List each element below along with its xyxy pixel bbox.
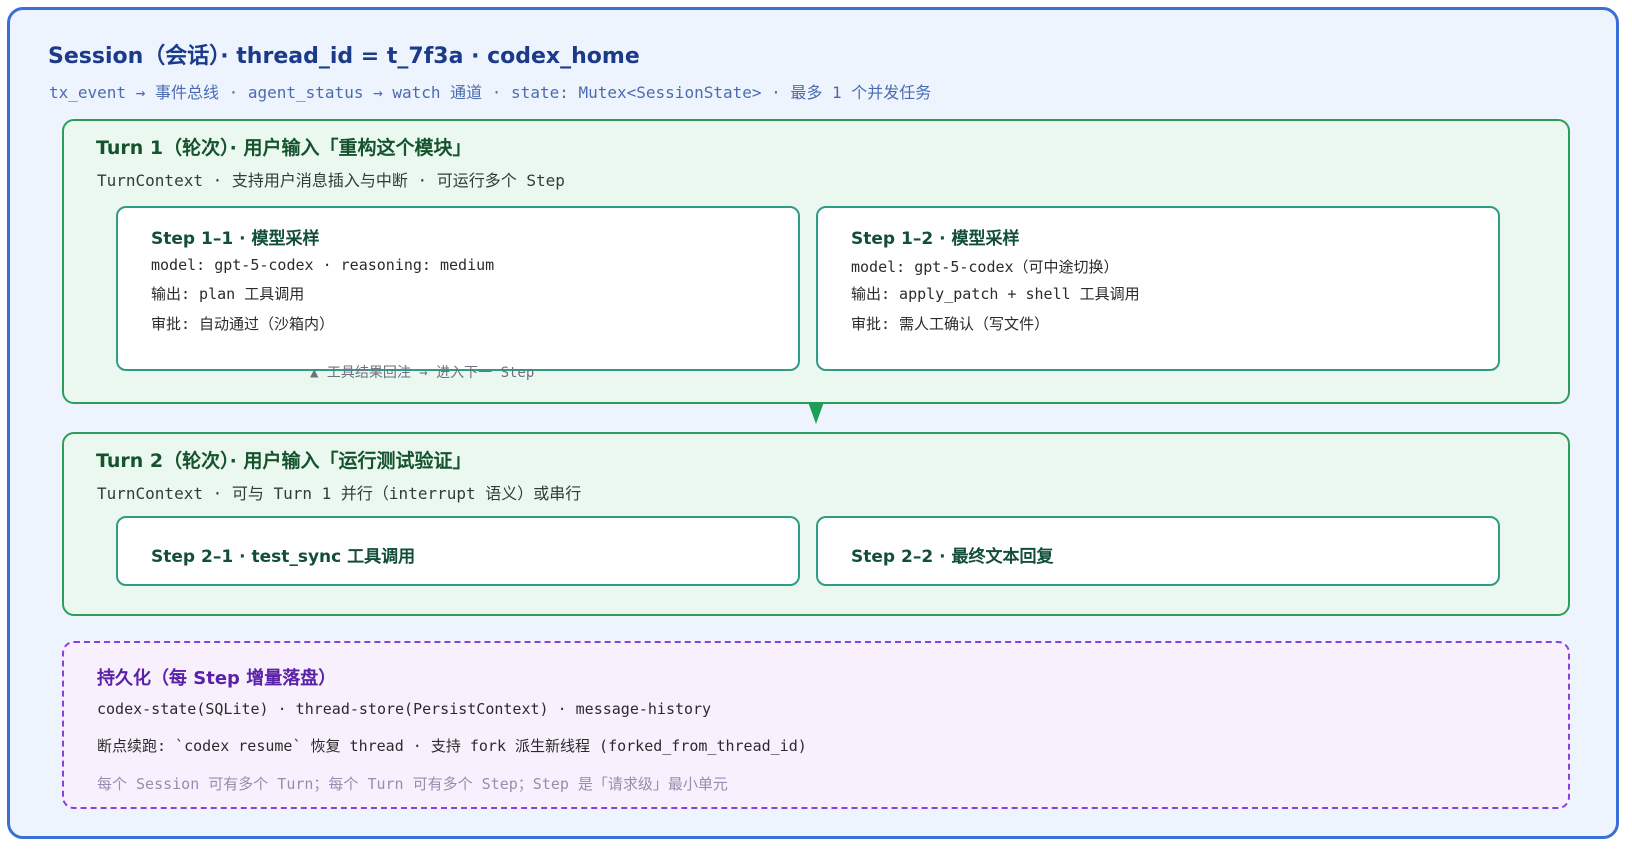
persistence-stores: codex-state(SQLite) · thread-store(Persi… (97, 700, 712, 718)
turn-2-subtitle: TurnContext · 可与 Turn 1 并行（interrupt 语义）… (97, 484, 582, 503)
turn-2-title: Turn 2（轮次）· 用户输入「运行测试验证」 (96, 450, 472, 472)
turn-1-title: Turn 1（轮次）· 用户输入「重构这个模块」 (96, 137, 472, 159)
step-1-2-output: 输出: apply_patch + shell 工具调用 (851, 285, 1140, 303)
step-1-2-approval: 审批: 需人工确认（写文件） (851, 315, 1050, 333)
step-2-2-title: Step 2–2 · 最终文本回复 (851, 547, 1054, 567)
feedback-hint: ▲ 工具结果回注 → 进入下一 Step (310, 365, 535, 381)
persistence-title: 持久化（每 Step 增量落盘） (97, 668, 337, 689)
persistence-note: 每个 Session 可有多个 Turn；每个 Turn 可有多个 Step；S… (97, 775, 728, 793)
session-subtitle: tx_event → 事件总线 · agent_status → watch 通… (49, 83, 932, 102)
turn-1-subtitle: TurnContext · 支持用户消息插入与中断 · 可运行多个 Step (97, 171, 565, 190)
step-1-2-model: model: gpt-5-codex（可中途切换） (851, 258, 1119, 276)
step-1-1-model: model: gpt-5-codex · reasoning: medium (151, 256, 495, 274)
session-title: Session（会话）· thread_id = t_7f3a · codex_… (48, 44, 640, 69)
persistence-resume: 断点续跑: `codex resume` 恢复 thread · 支持 fork… (97, 737, 807, 755)
step-1-2-title: Step 1–2 · 模型采样 (851, 229, 1020, 249)
step-2-1-title: Step 2–1 · test_sync 工具调用 (151, 547, 416, 567)
step-1-1-approval: 审批: 自动通过（沙箱内） (151, 315, 335, 333)
step-1-1-output: 输出: plan 工具调用 (151, 285, 305, 303)
step-1-1-title: Step 1–1 · 模型采样 (151, 229, 320, 249)
turn-transition-arrow-icon (808, 402, 824, 424)
